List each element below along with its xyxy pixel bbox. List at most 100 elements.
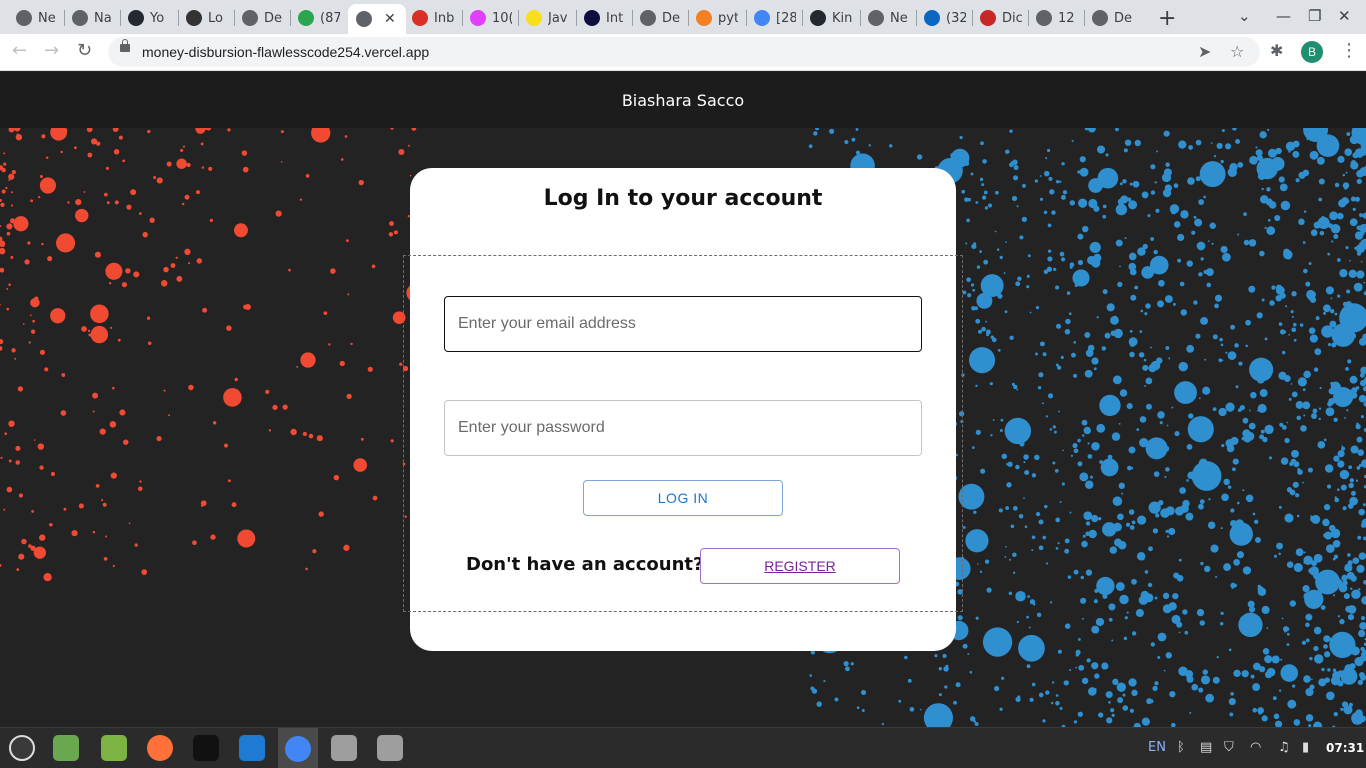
blue-splatter-dot (1039, 341, 1045, 347)
chrome-icon[interactable] (278, 728, 318, 768)
language-indicator[interactable]: EN (1148, 740, 1166, 755)
tab-search-icon[interactable]: ⌄ (1238, 7, 1251, 25)
blue-splatter-dot (1179, 487, 1186, 494)
browser-tab[interactable]: Lo (186, 4, 228, 32)
blue-splatter-dot (1045, 690, 1050, 695)
blue-splatter-dot (1261, 715, 1268, 722)
bookmark-star-icon[interactable]: ☆ (1230, 42, 1244, 61)
clock[interactable]: 07:31 (1326, 741, 1364, 755)
blue-splatter-dot (1242, 429, 1251, 438)
email-field[interactable] (444, 296, 922, 352)
vscode-icon[interactable] (236, 733, 268, 763)
folder-icon[interactable] (98, 733, 130, 763)
red-splatter-dot (196, 258, 203, 264)
red-splatter-dot (146, 316, 151, 320)
blue-splatter-dot (1031, 535, 1036, 540)
browser-tab[interactable]: De (242, 4, 284, 32)
blue-splatter-dot (1202, 669, 1208, 675)
google-icon (754, 10, 770, 26)
browser-tab[interactable]: [28 (754, 4, 796, 32)
browser-tab[interactable]: Inb (412, 4, 454, 32)
lock-icon[interactable] (120, 39, 130, 52)
blue-splatter-dot (1177, 233, 1185, 242)
red-splatter-dot (113, 149, 120, 155)
browser-tab[interactable]: Ne (868, 4, 910, 32)
reload-icon[interactable]: ↻ (77, 40, 92, 61)
blue-splatter-dot (1349, 259, 1351, 262)
blue-splatter-dot (1073, 373, 1078, 378)
blue-splatter-dot (999, 281, 1003, 285)
blue-splatter-dot (1042, 719, 1046, 723)
blue-splatter-dot (1333, 554, 1339, 559)
url-text[interactable]: money-disbursion-flawlesscode254.vercel.… (142, 44, 429, 60)
red-splatter-dot (265, 389, 270, 394)
blue-splatter-dot (1362, 212, 1366, 219)
login-button[interactable]: LOG IN (583, 480, 783, 516)
clipboard-icon[interactable]: ▤ (1200, 740, 1212, 755)
browser-tab[interactable]: De (640, 4, 682, 32)
terminal-icon[interactable] (190, 733, 222, 763)
red-splatter-dot (133, 271, 140, 278)
blue-splatter-dot (1007, 461, 1013, 467)
blue-splatter-dot (1038, 545, 1044, 551)
close-window-icon[interactable]: ✕ (1338, 7, 1351, 25)
blue-splatter-dot (1228, 697, 1236, 706)
browser-tab[interactable]: pyt (696, 4, 738, 32)
maximize-icon[interactable]: ❐ (1308, 7, 1321, 25)
register-button[interactable]: REGISTER (700, 548, 900, 584)
mint-menu-icon[interactable] (6, 733, 38, 763)
close-tab-icon[interactable]: ✕ (384, 11, 396, 27)
blue-splatter-dot (1222, 252, 1231, 262)
browser-tab[interactable]: Dic (980, 4, 1022, 32)
shield-icon[interactable]: ⛉ (1224, 740, 1234, 755)
red-splatter-dot (166, 161, 172, 167)
blue-splatter-dot (1083, 426, 1092, 435)
blue-splatter-dot (1195, 139, 1202, 146)
blue-splatter-dot (1230, 692, 1234, 696)
blue-splatter-dot (1296, 415, 1301, 421)
battery-icon[interactable]: ▮ (1302, 740, 1309, 755)
wifi-icon[interactable]: ◠ (1250, 740, 1261, 755)
js-icon (526, 10, 542, 26)
profile-avatar[interactable]: B (1301, 41, 1323, 63)
sound-icon[interactable]: ♫ (1278, 740, 1290, 755)
red-splatter-dot (90, 138, 98, 145)
blue-splatter-dot (1254, 536, 1261, 543)
browser-tab[interactable]: Jav (526, 4, 568, 32)
menu-icon[interactable]: ⋮ (1340, 40, 1358, 61)
wifi-app-icon[interactable] (328, 733, 360, 763)
address-bar[interactable]: money-disbursion-flawlesscode254.vercel.… (108, 37, 1260, 67)
browser-tab[interactable]: (32 (924, 4, 966, 32)
browser-tab[interactable]: (87 (298, 4, 340, 32)
browser-tab[interactable]: Ne (16, 4, 58, 32)
blue-splatter-dot (1218, 407, 1227, 417)
angular-icon (584, 10, 600, 26)
browser-tab[interactable]: Kin (810, 4, 852, 32)
chrome-glyph (285, 735, 311, 762)
extensions-icon[interactable]: ✱ (1270, 41, 1283, 60)
forward-icon[interactable]: → (44, 40, 59, 61)
browser-tab[interactable]: Yo (128, 4, 170, 32)
bluetooth-icon[interactable]: ᛒ (1177, 740, 1185, 755)
blue-splatter-dot (1260, 429, 1265, 434)
blue-splatter-dot (982, 627, 1013, 657)
blue-splatter-dot (1015, 590, 1026, 602)
browser-tab[interactable]: Na (72, 4, 114, 32)
wifi-app-2-icon[interactable] (374, 733, 406, 763)
browser-tab[interactable]: 10( (470, 4, 512, 32)
browser-tab[interactable]: 12 (1036, 4, 1078, 32)
browser-tab[interactable]: ✕ (348, 4, 406, 34)
red-splatter-dot (30, 329, 36, 334)
back-icon[interactable]: ← (12, 40, 27, 61)
blue-splatter-dot (1077, 637, 1081, 641)
new-tab-button[interactable]: + (1158, 6, 1176, 31)
browser-tab[interactable]: De (1092, 4, 1134, 32)
files-icon[interactable] (50, 733, 82, 763)
blue-splatter-dot (1320, 605, 1326, 611)
blue-splatter-dot (1283, 249, 1293, 260)
minimize-icon[interactable]: — (1276, 7, 1291, 25)
send-icon[interactable]: ➤ (1198, 42, 1211, 61)
browser-tab[interactable]: Int (584, 4, 626, 32)
password-field[interactable] (444, 400, 922, 456)
firefox-icon[interactable] (144, 733, 176, 763)
